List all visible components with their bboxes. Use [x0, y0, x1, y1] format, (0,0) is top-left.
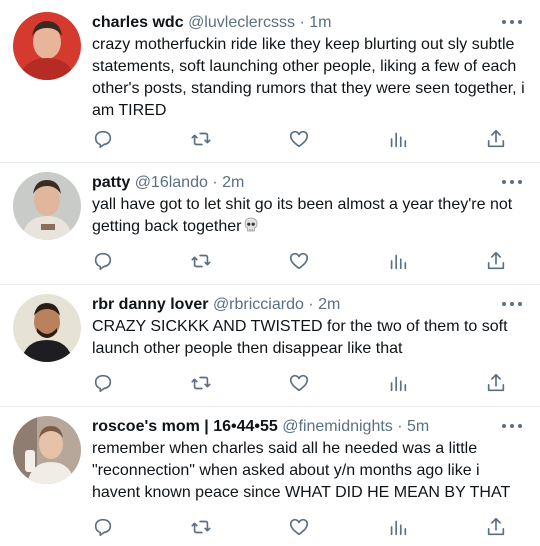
- analytics-icon[interactable]: [387, 250, 411, 274]
- handle[interactable]: @luvleclercsss: [188, 14, 295, 31]
- skull-emoji: [243, 217, 259, 240]
- tweet-text: yall have got to let shit go its been al…: [92, 194, 526, 240]
- avatar-image: [13, 294, 81, 362]
- more-options-icon[interactable]: [502, 16, 522, 28]
- retweet-icon[interactable]: [190, 250, 214, 274]
- more-options-icon[interactable]: [502, 176, 522, 188]
- timestamp[interactable]: 2m: [222, 174, 244, 191]
- timestamp[interactable]: 2m: [318, 296, 340, 313]
- analytics-icon[interactable]: [387, 128, 411, 152]
- like-icon[interactable]: [288, 372, 312, 396]
- retweet-icon[interactable]: [190, 372, 214, 396]
- analytics-icon[interactable]: [387, 516, 411, 540]
- separator: ·: [295, 14, 310, 31]
- retweet-icon[interactable]: [190, 128, 214, 152]
- separator: ·: [303, 296, 319, 313]
- like-icon[interactable]: [288, 128, 312, 152]
- divider: [0, 162, 540, 163]
- reply-icon[interactable]: [92, 372, 116, 396]
- action-bar: [0, 250, 540, 274]
- retweet-icon[interactable]: [190, 516, 214, 540]
- separator: ·: [392, 418, 407, 435]
- tweet-text: remember when charles said all he needed…: [92, 440, 511, 501]
- reply-icon[interactable]: [92, 516, 116, 540]
- action-bar: [0, 516, 540, 540]
- timestamp[interactable]: 1m: [309, 14, 331, 31]
- handle[interactable]: @finemidnights: [282, 418, 393, 435]
- share-icon[interactable]: [485, 128, 509, 152]
- reply-icon[interactable]: [92, 250, 116, 274]
- avatar[interactable]: [13, 172, 81, 240]
- avatar[interactable]: [13, 416, 81, 484]
- share-icon[interactable]: [485, 372, 509, 396]
- avatar[interactable]: [13, 12, 81, 80]
- display-name[interactable]: rbr danny lover: [92, 296, 208, 313]
- more-options-icon[interactable]: [502, 298, 522, 310]
- handle[interactable]: @rbricciardo: [213, 296, 304, 313]
- divider: [0, 284, 540, 285]
- tweet-text: crazy motherfuckin ride like they keep b…: [92, 36, 525, 119]
- like-icon[interactable]: [288, 250, 312, 274]
- display-name[interactable]: charles wdc: [92, 14, 184, 31]
- timestamp[interactable]: 5m: [407, 418, 429, 435]
- action-bar: [0, 128, 540, 152]
- more-options-icon[interactable]: [502, 420, 522, 432]
- avatar[interactable]: [13, 294, 81, 362]
- share-icon[interactable]: [485, 516, 509, 540]
- handle[interactable]: @16lando: [135, 174, 208, 191]
- display-name[interactable]: patty: [92, 174, 130, 191]
- separator: ·: [207, 174, 223, 191]
- display-name[interactable]: roscoe's mom | 16•44•55: [92, 418, 278, 435]
- avatar-image: [13, 172, 81, 240]
- tweet-text: CRAZY SICKKK AND TWISTED for the two of …: [92, 318, 508, 357]
- share-icon[interactable]: [485, 250, 509, 274]
- analytics-icon[interactable]: [387, 372, 411, 396]
- like-icon[interactable]: [288, 516, 312, 540]
- reply-icon[interactable]: [92, 128, 116, 152]
- action-bar: [0, 372, 540, 396]
- tweet-text-content: yall have got to let shit go its been al…: [92, 196, 513, 235]
- avatar-image: [13, 12, 81, 80]
- avatar-image: [13, 416, 81, 484]
- divider: [0, 406, 540, 407]
